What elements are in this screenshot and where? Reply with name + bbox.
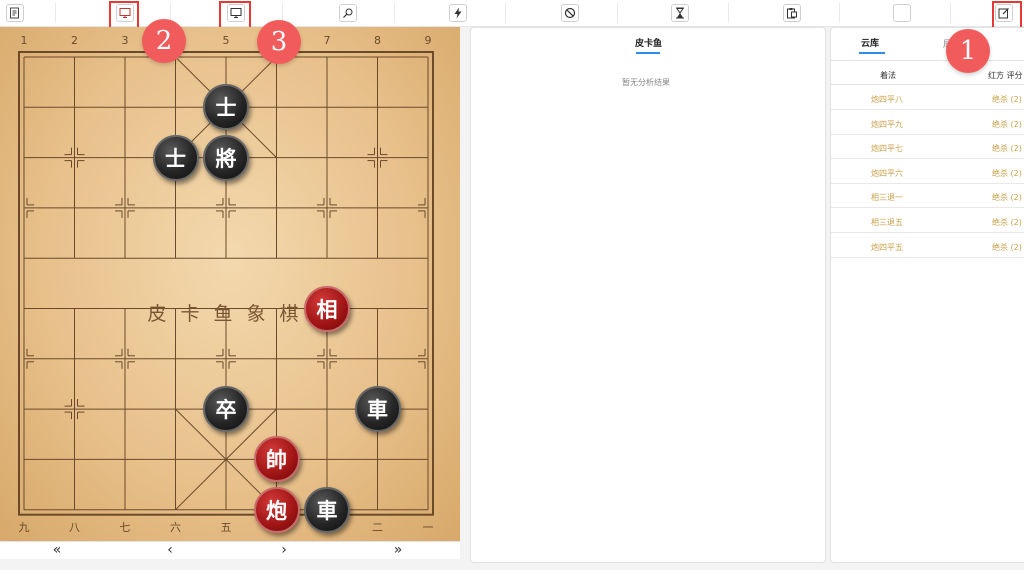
column-number-bottom: 九 [18, 521, 30, 534]
tab-pikafish[interactable]: 皮卡鱼 [635, 36, 662, 49]
score-text: 绝杀 (2) [992, 242, 1022, 252]
black-piece[interactable]: 士 [152, 134, 199, 181]
black-piece[interactable]: 士 [203, 84, 249, 131]
toolbar-separator [728, 3, 729, 23]
red-piece[interactable]: 帥 [253, 436, 300, 483]
hourglass-icon [676, 7, 684, 19]
column-number-bottom: 五 [220, 521, 232, 534]
badge-2: 2 [142, 19, 186, 63]
clipboard-icon [787, 8, 797, 19]
tab-underline [636, 52, 660, 54]
black-piece[interactable]: 將 [203, 134, 249, 181]
column-number-bottom: 二 [372, 521, 383, 534]
notes-button[interactable] [6, 4, 24, 22]
ban-icon [564, 7, 576, 19]
column-number-top: 1 [20, 34, 28, 47]
empty-analysis-text: 暂无分析结果 [622, 78, 670, 87]
black-piece[interactable]: 車 [304, 486, 350, 533]
column-number-bottom: 七 [119, 521, 131, 534]
toolbar-separator [394, 3, 395, 23]
search-button[interactable] [339, 4, 357, 22]
toolbar-separator [950, 3, 951, 23]
notes-icon [10, 7, 19, 19]
paste-button[interactable] [783, 4, 801, 22]
move-text: 炮四平五 [871, 242, 903, 252]
column-number-top: 3 [121, 34, 129, 47]
move-navigation: « ‹ › » [0, 541, 460, 559]
cloud-move-row[interactable]: 相三退一 绝杀 (2) [831, 184, 1024, 209]
score-text: 绝杀 (2) [992, 193, 1022, 203]
cloud-move-row[interactable]: 炮四平五 绝杀 (2) [831, 234, 1024, 258]
column-number-bottom: 八 [69, 521, 80, 534]
black-piece[interactable]: 車 [354, 386, 401, 433]
cloud-move-row[interactable]: 炮四平六 绝杀 (2) [831, 160, 1024, 184]
toolbar-separator [839, 3, 840, 23]
column-number-bottom: 一 [422, 521, 434, 534]
river-text: 皮卡鱼象棋 [147, 303, 313, 325]
first-move-button[interactable]: « [45, 542, 69, 559]
lightning-icon [454, 7, 462, 19]
move-text: 炮四平七 [871, 144, 903, 154]
column-number-bottom: 六 [170, 521, 181, 534]
timer-button[interactable] [671, 4, 689, 22]
column-number-top: 7 [323, 34, 331, 47]
quick-move-button[interactable] [449, 4, 467, 22]
move-text: 相三退一 [871, 193, 903, 203]
column-number-top: 8 [374, 34, 381, 47]
column-number-top: 9 [424, 34, 432, 47]
move-text: 炮四平六 [871, 168, 903, 178]
analysis-panel [470, 27, 826, 563]
badge-3: 3 [257, 20, 301, 64]
prev-move-button[interactable]: ‹ [158, 542, 182, 559]
score-text: 绝杀 (2) [992, 144, 1022, 154]
score-text: 绝杀 (2) [992, 218, 1022, 227]
tab-cloud[interactable]: 云库 [861, 36, 879, 49]
blank-button[interactable] [893, 4, 911, 22]
move-text: 相三退五 [871, 218, 903, 227]
cloud-move-row[interactable]: 炮四平八 绝杀 (2) [831, 86, 1024, 110]
next-move-button[interactable]: › [272, 542, 296, 559]
score-text: 绝杀 (2) [992, 95, 1022, 104]
last-move-button[interactable]: » [386, 542, 410, 559]
cloud-move-row[interactable]: 相三退五 绝杀 (2) [831, 209, 1024, 233]
xiangqi-board[interactable]: 123456789 九八七六五四三二一 皮卡鱼象棋 士士將相卒車帥炮車 [0, 27, 460, 541]
toolbar-separator [617, 3, 618, 23]
divider [831, 84, 1024, 85]
column-number-top: 2 [71, 34, 78, 47]
stop-button[interactable] [561, 4, 579, 22]
cloud-move-row[interactable]: 炮四平九 绝杀 (2) [831, 111, 1024, 135]
black-piece[interactable]: 卒 [203, 386, 249, 433]
move-text: 炮四平八 [871, 95, 903, 104]
column-number-top: 5 [222, 34, 230, 47]
score-text: 绝杀 (2) [992, 168, 1022, 178]
toolbar-separator [55, 3, 56, 23]
search-icon [343, 8, 353, 18]
column-score: 红方 评分 [988, 71, 1023, 80]
red-piece[interactable]: 相 [304, 285, 350, 332]
divider [831, 60, 1024, 61]
cloud-move-row[interactable]: 炮四平七 绝杀 (2) [831, 135, 1024, 160]
score-text: 绝杀 (2) [992, 119, 1022, 129]
move-text: 炮四平九 [871, 119, 903, 129]
red-piece[interactable]: 炮 [253, 486, 300, 533]
badge-1: 1 [946, 29, 990, 73]
column-move: 着法 [880, 71, 896, 80]
tab-underline [859, 52, 885, 54]
toolbar-separator [505, 3, 506, 23]
